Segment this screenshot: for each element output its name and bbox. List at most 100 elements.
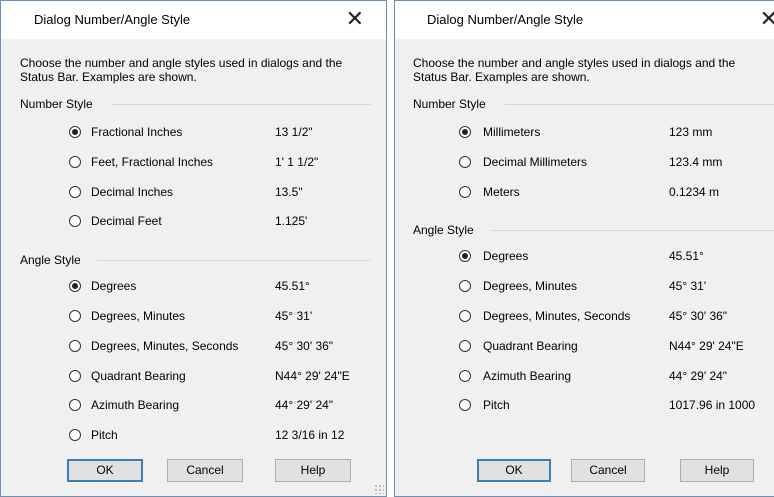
section-divider <box>97 260 371 261</box>
radio-button[interactable] <box>69 215 81 227</box>
section-divider <box>111 104 371 105</box>
close-icon[interactable]: ✕ <box>346 6 364 32</box>
radio-button[interactable] <box>69 156 81 168</box>
dialog-description: Choose the number and angle styles used … <box>413 56 736 84</box>
help-button[interactable]: Help <box>680 459 754 482</box>
radio-button[interactable] <box>69 186 81 198</box>
cancel-button[interactable]: Cancel <box>167 459 243 482</box>
option-degrees-minutes-seconds[interactable]: Degrees, Minutes, Seconds 45° 30' 36" <box>395 307 774 329</box>
close-icon[interactable]: ✕ <box>760 6 774 32</box>
section-divider <box>505 104 774 105</box>
title-bar[interactable]: Dialog Number/Angle Style ✕ <box>395 1 774 39</box>
radio-button[interactable] <box>459 250 471 262</box>
option-degrees[interactable]: Degrees 45.51° <box>395 247 774 269</box>
option-example: 44° 29' 24" <box>275 398 334 412</box>
option-degrees-minutes[interactable]: Degrees, Minutes 45° 31' <box>1 307 386 329</box>
option-example: 13 1/2" <box>275 125 313 139</box>
angle-style-label: Angle Style <box>413 223 474 237</box>
option-millimeters[interactable]: Millimeters 123 mm <box>395 123 774 145</box>
radio-button[interactable] <box>459 370 471 382</box>
option-quadrant-bearing[interactable]: Quadrant Bearing N44° 29' 24"E <box>395 337 774 359</box>
option-example: N44° 29' 24"E <box>669 339 744 353</box>
dialog-title: Dialog Number/Angle Style <box>34 12 191 27</box>
option-feet-fractional-inches[interactable]: Feet, Fractional Inches 1' 1 1/2" <box>1 153 386 175</box>
option-label: Fractional Inches <box>91 125 183 139</box>
option-label: Degrees, Minutes, Seconds <box>91 339 239 353</box>
option-example: 12 3/16 in 12 <box>275 428 345 442</box>
option-label: Decimal Inches <box>91 185 174 199</box>
option-example: 45° 31' <box>275 309 313 323</box>
option-example: 45.51° <box>669 249 704 263</box>
option-label: Millimeters <box>483 125 541 139</box>
resize-grip-icon[interactable] <box>374 484 384 494</box>
dialog-imperial: Dialog Number/Angle Style ✕ Choose the n… <box>0 0 387 497</box>
option-decimal-inches[interactable]: Decimal Inches 13.5" <box>1 183 386 205</box>
option-azimuth-bearing[interactable]: Azimuth Bearing 44° 29' 24" <box>395 367 774 389</box>
number-style-label: Number Style <box>20 97 93 111</box>
ok-button[interactable]: OK <box>477 459 551 482</box>
option-label: Degrees <box>483 249 529 263</box>
radio-dot-icon <box>462 129 468 135</box>
section-divider <box>491 230 774 231</box>
radio-dot-icon <box>72 129 78 135</box>
option-label: Pitch <box>91 428 118 442</box>
option-label: Decimal Millimeters <box>483 155 588 169</box>
option-decimal-feet[interactable]: Decimal Feet 1.125' <box>1 212 386 234</box>
dialog-metric: Dialog Number/Angle Style ✕ Choose the n… <box>394 0 774 497</box>
option-fractional-inches[interactable]: Fractional Inches 13 1/2" <box>1 123 386 145</box>
number-style-label: Number Style <box>413 97 486 111</box>
angle-style-label: Angle Style <box>20 253 81 267</box>
option-decimal-millimeters[interactable]: Decimal Millimeters 123.4 mm <box>395 153 774 175</box>
dialog-title: Dialog Number/Angle Style <box>427 12 584 27</box>
option-label: Pitch <box>483 398 510 412</box>
option-example: 123.4 mm <box>669 155 723 169</box>
radio-button[interactable] <box>69 340 81 352</box>
option-label: Quadrant Bearing <box>483 339 578 353</box>
dialog-description: Choose the number and angle styles used … <box>20 56 343 84</box>
radio-button[interactable] <box>69 429 81 441</box>
option-label: Degrees, Minutes <box>483 279 578 293</box>
option-degrees-minutes[interactable]: Degrees, Minutes 45° 31' <box>395 277 774 299</box>
option-meters[interactable]: Meters 0.1234 m <box>395 183 774 205</box>
radio-button[interactable] <box>69 126 81 138</box>
radio-button[interactable] <box>69 399 81 411</box>
option-label: Feet, Fractional Inches <box>91 155 214 169</box>
option-label: Azimuth Bearing <box>91 398 180 412</box>
option-azimuth-bearing[interactable]: Azimuth Bearing 44° 29' 24" <box>1 396 386 418</box>
ok-button[interactable]: OK <box>67 459 143 482</box>
option-label: Azimuth Bearing <box>483 369 572 383</box>
option-example: 45.51° <box>275 279 310 293</box>
radio-button[interactable] <box>69 370 81 382</box>
radio-button[interactable] <box>69 280 81 292</box>
option-label: Degrees, Minutes, Seconds <box>483 309 631 323</box>
option-example: 13.5" <box>275 185 303 199</box>
radio-dot-icon <box>72 283 78 289</box>
radio-button[interactable] <box>459 126 471 138</box>
radio-button[interactable] <box>459 399 471 411</box>
option-degrees-minutes-seconds[interactable]: Degrees, Minutes, Seconds 45° 30' 36" <box>1 337 386 359</box>
option-label: Degrees <box>91 279 137 293</box>
option-pitch[interactable]: Pitch 12 3/16 in 12 <box>1 426 386 448</box>
title-bar[interactable]: Dialog Number/Angle Style ✕ <box>1 1 386 39</box>
option-pitch[interactable]: Pitch 1017.96 in 1000 <box>395 396 774 418</box>
option-label: Meters <box>483 185 520 199</box>
cancel-button[interactable]: Cancel <box>571 459 645 482</box>
radio-button[interactable] <box>459 280 471 292</box>
radio-button[interactable] <box>69 310 81 322</box>
option-example: 45° 31' <box>669 279 707 293</box>
help-button[interactable]: Help <box>275 459 351 482</box>
option-example: 45° 30' 36" <box>669 309 728 323</box>
radio-button[interactable] <box>459 186 471 198</box>
option-example: 44° 29' 24" <box>669 369 728 383</box>
option-example: N44° 29' 24"E <box>275 369 350 383</box>
option-degrees[interactable]: Degrees 45.51° <box>1 277 386 299</box>
radio-button[interactable] <box>459 310 471 322</box>
option-quadrant-bearing[interactable]: Quadrant Bearing N44° 29' 24"E <box>1 367 386 389</box>
radio-button[interactable] <box>459 156 471 168</box>
option-example: 123 mm <box>669 125 713 139</box>
option-example: 1.125' <box>275 214 308 228</box>
option-label: Degrees, Minutes <box>91 309 186 323</box>
radio-button[interactable] <box>459 340 471 352</box>
option-example: 1' 1 1/2" <box>275 155 319 169</box>
radio-dot-icon <box>462 253 468 259</box>
